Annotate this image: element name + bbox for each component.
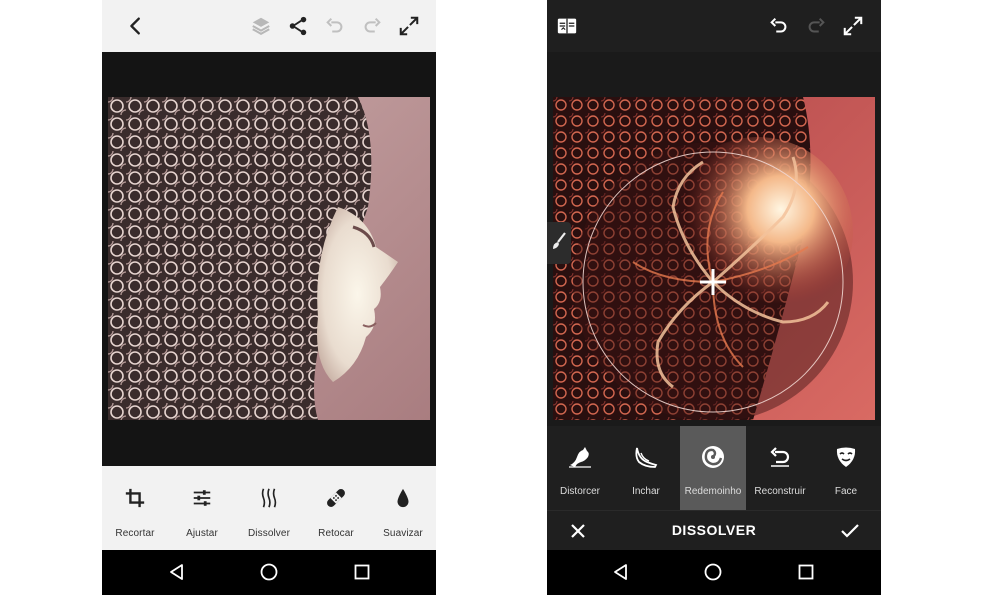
confirm-check-icon[interactable] <box>839 520 861 542</box>
compare-book-icon[interactable] <box>555 14 579 38</box>
top-app-bar <box>547 0 881 52</box>
bloat-icon <box>633 445 659 474</box>
crop-icon <box>124 487 146 514</box>
photo-canvas[interactable] <box>108 97 430 420</box>
tool-label: Distorcer <box>559 486 600 497</box>
tool-label: Ajustar <box>186 528 218 539</box>
tool-label: Recortar <box>115 528 155 539</box>
tool-label: Retocar <box>318 528 354 539</box>
android-nav-bar <box>102 550 436 595</box>
edit-tools-toolbar: Recortar Ajustar Dissolver Retocar Suavi… <box>102 466 436 550</box>
tool-label: Suavizar <box>383 528 423 539</box>
adjust-sliders-icon <box>191 487 213 514</box>
undo-icon[interactable] <box>767 14 791 38</box>
redo-icon[interactable] <box>804 14 828 38</box>
tool-label: Inchar <box>632 486 660 497</box>
curly-hair-portrait-image <box>108 97 430 420</box>
layers-icon[interactable] <box>249 14 273 38</box>
nav-recents-icon[interactable] <box>351 561 373 583</box>
nav-back-icon[interactable] <box>610 561 632 583</box>
brush-icon <box>551 231 567 255</box>
tool-title: DISSOLVER <box>671 522 757 538</box>
tool-reconstruct[interactable]: Reconstruir <box>747 426 813 510</box>
nav-home-icon[interactable] <box>258 561 280 583</box>
liquify-waves-icon <box>258 487 280 514</box>
drop-icon <box>393 487 413 514</box>
undo-icon[interactable] <box>323 14 347 38</box>
nav-recents-icon[interactable] <box>795 561 817 583</box>
liquify-canvas[interactable] <box>553 97 875 420</box>
back-icon[interactable] <box>124 14 148 38</box>
top-app-bar <box>102 0 436 52</box>
tool-swirl[interactable]: Redemoinho <box>680 426 746 510</box>
phone-left-editor: Recortar Ajustar Dissolver Retocar Suavi… <box>102 0 436 595</box>
tool-liquify[interactable]: Dissolver <box>237 486 301 539</box>
tool-retouch[interactable]: Retocar <box>304 486 368 539</box>
android-nav-bar <box>547 550 881 595</box>
phone-right-liquify: Distorcer Inchar Redemoinho Reconstruir … <box>547 0 881 595</box>
fullscreen-icon[interactable] <box>841 14 865 38</box>
fullscreen-icon[interactable] <box>397 14 421 38</box>
tool-label: Reconstruir <box>754 486 806 497</box>
share-icon[interactable] <box>286 14 310 38</box>
tool-adjust[interactable]: Ajustar <box>170 486 234 539</box>
tool-face[interactable]: Face <box>813 426 879 510</box>
tool-crop[interactable]: Recortar <box>103 486 167 539</box>
tool-label: Dissolver <box>247 528 291 539</box>
tool-label: Redemoinho <box>684 486 742 497</box>
brush-size-tab[interactable] <box>547 222 571 264</box>
redo-icon[interactable] <box>360 14 384 38</box>
liquify-tools-bar: Distorcer Inchar Redemoinho Reconstruir … <box>547 426 881 510</box>
face-mask-icon <box>835 445 857 474</box>
tool-smooth[interactable]: Suavizar <box>371 486 435 539</box>
nav-home-icon[interactable] <box>702 561 724 583</box>
bandage-icon <box>324 486 348 515</box>
tool-label: Face <box>834 486 858 497</box>
tool-bloat[interactable]: Inchar <box>613 426 679 510</box>
swirled-portrait-image <box>553 97 875 420</box>
distort-hand-icon <box>567 445 593 474</box>
nav-back-icon[interactable] <box>166 561 188 583</box>
swirl-icon <box>700 444 726 475</box>
tool-footer-bar: DISSOLVER <box>547 510 881 551</box>
reconstruct-undo-icon <box>767 446 793 473</box>
tool-distort[interactable]: Distorcer <box>547 426 613 510</box>
